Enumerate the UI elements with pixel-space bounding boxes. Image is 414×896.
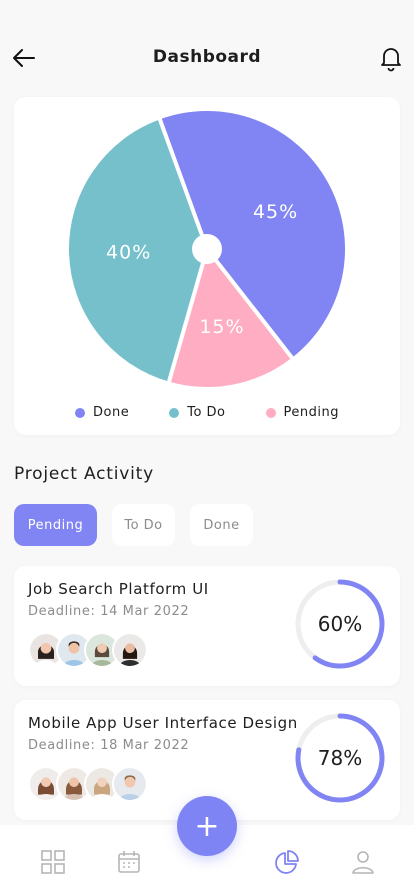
progress-ring: 78% [295,713,385,803]
header: Dashboard [0,0,414,100]
progress-label: 78% [318,746,362,770]
progress-label: 60% [318,612,362,636]
pie-slice-label: 15% [199,316,244,338]
legend-label: Done [93,405,130,420]
task-card[interactable]: Job Search Platform UI Deadline: 14 Mar … [14,566,400,686]
add-button[interactable]: + [177,796,237,856]
pie-center-hole [192,234,222,264]
progress-ring: 60% [295,579,385,669]
pie-slice-label: 45% [253,201,298,223]
avatar-group [28,632,148,668]
legend-item-pending: Pending [265,405,339,420]
user-icon[interactable] [350,849,376,875]
tab-todo[interactable]: To Do [112,504,175,546]
calendar-icon[interactable] [116,849,142,875]
chart-legend: Done To Do Pending [14,405,400,420]
legend-item-done: Done [75,405,129,420]
pie-chart-card: 45% 15% 40% Done To Do Pending [14,97,400,435]
bell-icon[interactable] [378,44,404,72]
pie-chart: 45% 15% 40% [65,107,349,391]
task-deadline: Deadline: 14 Mar 2022 [28,604,190,619]
tab-pending[interactable]: Pending [14,504,97,546]
page-title: Dashboard [152,47,262,67]
legend-item-todo: To Do [169,405,225,420]
task-title: Mobile App User Interface Design [28,714,298,732]
tab-done[interactable]: Done [190,504,253,546]
legend-label: To Do [187,405,226,420]
section-title: Project Activity [14,464,154,484]
legend-label: Pending [283,405,339,420]
pie-chart-icon[interactable] [274,849,300,875]
legend-dot [265,407,276,418]
avatar-group [28,766,148,802]
grid-icon[interactable] [40,849,66,875]
avatar [112,632,148,668]
avatar [112,766,148,802]
legend-dot [169,407,180,418]
task-deadline: Deadline: 18 Mar 2022 [28,738,190,753]
pie-slice-label: 40% [106,242,151,264]
task-title: Job Search Platform UI [28,580,209,598]
legend-dot [75,407,86,418]
activity-tabs: Pending To Do Done [14,504,253,546]
